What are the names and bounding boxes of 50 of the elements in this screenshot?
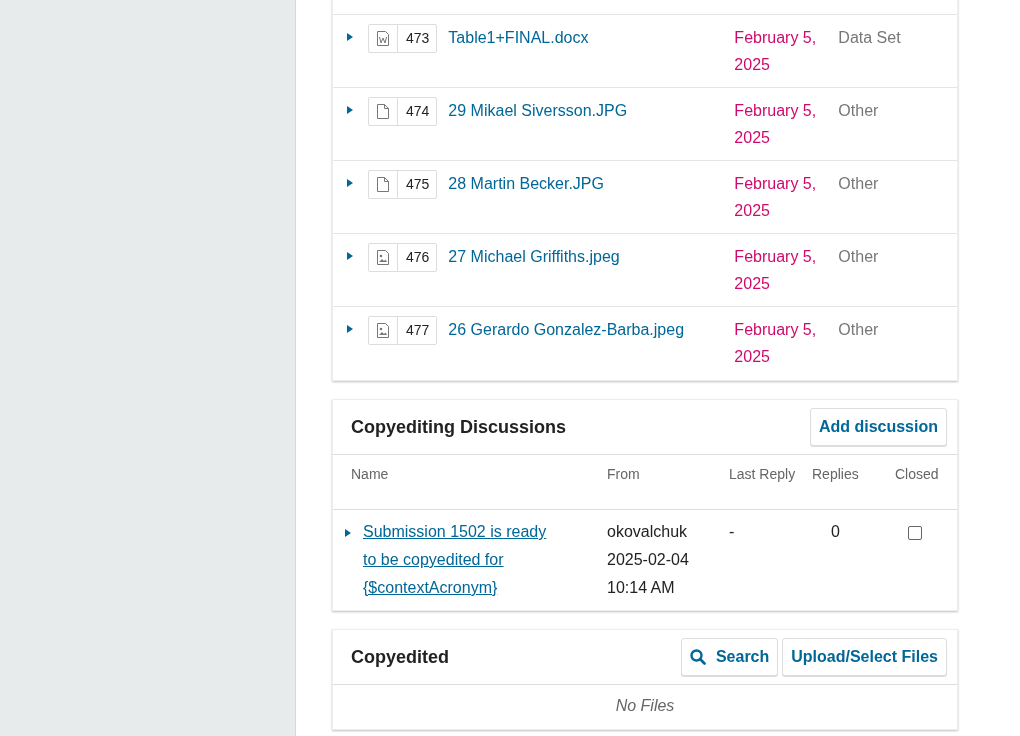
closed-checkbox[interactable]: [908, 526, 922, 540]
reply-count: 0: [831, 523, 840, 540]
file-type: Other: [838, 247, 879, 267]
discussion-author: okovalchuk: [607, 522, 689, 542]
file-name-link[interactable]: 28 Martin Becker.JPG: [448, 170, 735, 197]
file-date: February 5, 2025: [734, 174, 818, 221]
file-date: February 5, 2025: [734, 28, 818, 75]
file-type: Other: [838, 174, 879, 194]
file-id-badge: 475: [368, 170, 438, 199]
search-button[interactable]: Search: [680, 638, 779, 676]
file-name-link[interactable]: 29 Mikael Siversson.JPG: [448, 97, 735, 124]
expand-arrow-icon[interactable]: [347, 179, 353, 187]
word-document-icon: [377, 31, 389, 46]
file-id-badge: 474: [368, 97, 438, 126]
file-name-link[interactable]: 27 Michael Griffiths.jpeg: [448, 243, 735, 270]
image-file-icon: [377, 250, 389, 265]
column-header: Replies: [812, 465, 860, 484]
empty-message: No Files: [615, 697, 675, 715]
file-name-link[interactable]: 26 Gerardo Gonzalez-Barba.jpeg: [448, 316, 735, 343]
expand-arrow-icon[interactable]: [347, 106, 353, 114]
file-id-badge: 473: [368, 24, 438, 53]
file-type: Data Set: [838, 28, 901, 48]
column-header: From: [607, 465, 641, 484]
search-icon: [689, 649, 706, 665]
column-header: Name: [351, 465, 390, 484]
file-id-badge: 476: [368, 243, 438, 272]
discussion-date: 2025-02-04: [607, 550, 690, 570]
discussion-link[interactable]: Submission 1502 is ready to be copyedited for {$contextAcronym}: [363, 518, 563, 602]
file-date: February 5, 2025: [734, 247, 818, 294]
panel-title: Copyediting Discussions: [351, 416, 568, 438]
column-header: Last Reply: [729, 465, 797, 484]
file-type: Other: [838, 320, 879, 340]
expand-arrow-icon[interactable]: [345, 529, 351, 537]
last-reply: -: [729, 523, 735, 540]
add-discussion-button[interactable]: Add discussion: [809, 408, 947, 446]
upload-select-files-button[interactable]: Upload/Select Files: [782, 638, 947, 676]
file-name-link[interactable]: Table1+FINAL.docx: [448, 24, 735, 51]
file-date: February 5, 2025: [734, 101, 818, 148]
expand-arrow-icon[interactable]: [347, 33, 353, 41]
document-icon: [377, 104, 389, 119]
discussion-time: 10:14 AM: [607, 578, 676, 598]
column-header: Closed: [895, 465, 940, 484]
file-type: Other: [838, 101, 879, 121]
file-date: February 5, 2025: [734, 320, 818, 367]
panel-title: Copyedited: [351, 646, 450, 668]
file-id-badge: 477: [368, 316, 438, 345]
expand-arrow-icon[interactable]: [347, 325, 353, 333]
expand-arrow-icon[interactable]: [347, 252, 353, 260]
image-file-icon: [377, 323, 389, 338]
document-icon: [377, 177, 389, 192]
